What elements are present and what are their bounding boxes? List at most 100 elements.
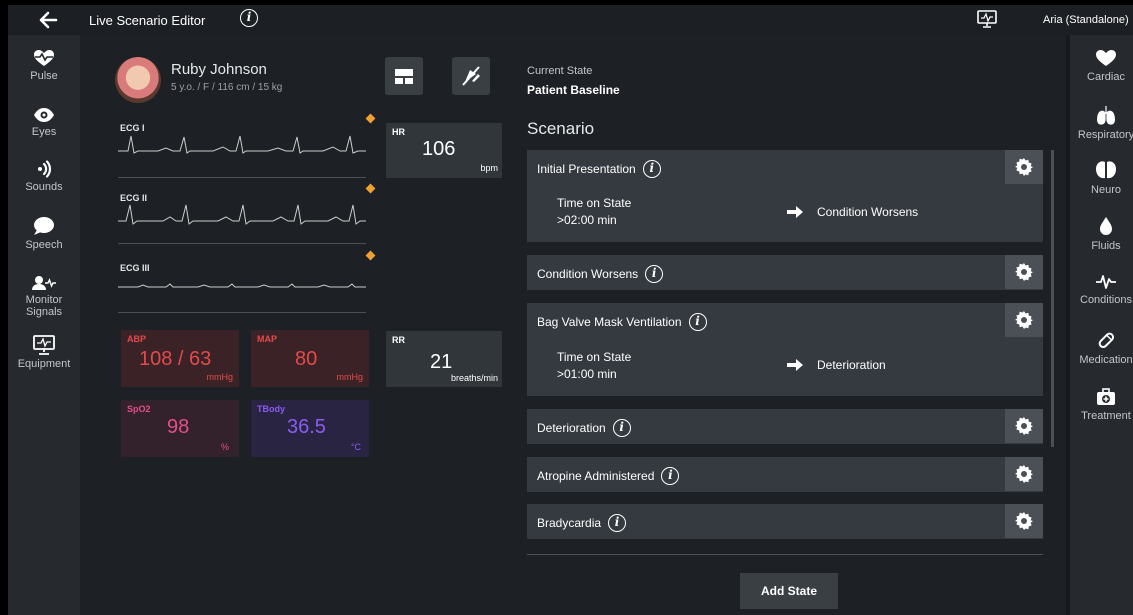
avatar (115, 57, 161, 103)
state-card[interactable]: Condition Worsens i (527, 255, 1043, 290)
time-on-state-value: >02:00 min (557, 213, 617, 227)
nav-label: Sounds (25, 181, 63, 193)
map-unit: mmHg (336, 372, 364, 382)
app-window: Live Scenario Editor i Aria (Standalone)… (8, 5, 1133, 615)
nav-item-monitor-signals[interactable]: Monitor Signals (8, 275, 80, 318)
state-name: Initial Presentation (537, 162, 636, 176)
heartbeat-icon (34, 50, 54, 66)
arrow-right-icon (787, 206, 803, 218)
right-sidebar: Cardiac Respiratory Neuro Fluids Conditi… (1066, 35, 1133, 615)
state-name: Bradycardia (537, 516, 602, 530)
rr-label: RR (392, 335, 405, 345)
info-icon[interactable]: i (612, 419, 631, 437)
info-icon[interactable]: i (661, 467, 680, 485)
nav-item-respiratory[interactable]: Respiratory (1066, 105, 1133, 141)
back-arrow-icon[interactable] (36, 8, 60, 32)
nav-label: Eyes (31, 126, 57, 138)
state-settings-button[interactable] (1005, 150, 1043, 184)
state-settings-button[interactable] (1005, 409, 1043, 443)
ecg3-waveform (118, 283, 366, 288)
nav-item-medication[interactable]: Medication (1066, 330, 1133, 366)
monitor-icon (33, 335, 55, 355)
state-name: Condition Worsens (537, 267, 639, 281)
patient-info: 5 y.o. / F / 116 cm / 15 kg (171, 82, 283, 93)
nav-item-speech[interactable]: Speech (8, 216, 80, 251)
state-settings-button[interactable] (1005, 457, 1043, 491)
nav-label: Pulse (30, 70, 58, 82)
nav-item-equipment[interactable]: Equipment (8, 335, 80, 370)
state-name: Atropine Administered (537, 469, 655, 483)
scrollbar[interactable] (1051, 150, 1054, 447)
ecg3-label: ECG III (120, 263, 150, 273)
nav-item-conditions[interactable]: Conditions (1066, 272, 1133, 306)
user-label[interactable]: Aria (Standalone) (1043, 14, 1129, 26)
mute-alarm-button[interactable] (452, 57, 490, 95)
abp-tile[interactable]: ABP 108 / 63 mmHg (121, 330, 239, 387)
separator (118, 177, 366, 178)
layout-icon (395, 69, 413, 84)
info-icon[interactable]: i (688, 313, 707, 331)
nav-item-fluids[interactable]: Fluids (1066, 216, 1133, 252)
next-state[interactable]: Deterioration (787, 358, 886, 372)
alarm-marker (365, 183, 376, 194)
info-icon[interactable]: i (645, 265, 664, 283)
gear-icon (1015, 417, 1033, 435)
state-card[interactable]: Bradycardia i (527, 504, 1043, 539)
top-bar: Live Scenario Editor i Aria (Standalone) (8, 5, 1133, 35)
next-state-label: Deterioration (817, 358, 886, 372)
tbody-tile[interactable]: TBody 36.5 °C (251, 400, 369, 457)
map-label: MAP (257, 334, 277, 344)
alarm-off-icon (462, 66, 480, 86)
alarm-marker (365, 113, 376, 124)
nav-item-neuro[interactable]: Neuro (1066, 160, 1133, 196)
spo2-tile[interactable]: SpO2 98 % (121, 400, 239, 457)
rr-unit: breaths/min (450, 373, 498, 383)
nav-item-pulse[interactable]: Pulse (8, 49, 80, 82)
speech-bubble-icon (34, 217, 54, 235)
state-settings-button[interactable] (1005, 504, 1043, 538)
nav-item-eyes[interactable]: Eyes (8, 107, 80, 138)
hr-tile[interactable]: HR 106 bpm (386, 123, 502, 178)
drop-icon (1100, 217, 1112, 235)
rr-tile[interactable]: RR 21 breaths/min (386, 331, 502, 387)
gear-icon (1015, 158, 1033, 176)
add-state-button[interactable]: Add State (740, 573, 838, 609)
pulse-line-icon (1096, 275, 1116, 289)
nav-label: Neuro (1091, 184, 1121, 196)
state-card[interactable]: Atropine Administered i (527, 457, 1043, 492)
first-aid-icon (1097, 388, 1115, 405)
nav-item-cardiac[interactable]: Cardiac (1066, 49, 1133, 83)
state-card[interactable]: Deterioration i (527, 409, 1043, 444)
eye-icon (34, 108, 54, 122)
info-icon[interactable]: i (240, 9, 258, 27)
monitor-icon[interactable] (977, 10, 997, 28)
state-header: Initial Presentation i (537, 160, 661, 178)
state-card[interactable]: Bag Valve Mask Ventilation i Time on Sta… (527, 303, 1043, 396)
nav-label: Speech (25, 239, 63, 251)
ecg2-waveform (118, 204, 366, 225)
next-state[interactable]: Condition Worsens (787, 205, 918, 219)
info-icon[interactable]: i (642, 160, 661, 178)
nav-item-treatment[interactable]: Treatment (1066, 388, 1133, 422)
patient-name: Ruby Johnson (171, 61, 267, 78)
layout-button[interactable] (385, 57, 423, 95)
state-name: Bag Valve Mask Ventilation (537, 315, 682, 329)
map-tile[interactable]: MAP 80 mmHg (251, 330, 369, 387)
tbody-value: 36.5 (287, 416, 326, 438)
hr-value: 106 (422, 138, 456, 160)
state-card[interactable]: Initial Presentation i Time on State >02… (527, 150, 1043, 242)
info-icon[interactable]: i (608, 514, 627, 532)
right-sidebar-edge (1066, 35, 1070, 615)
next-state-label: Condition Worsens (817, 205, 919, 219)
current-state-value: Patient Baseline (527, 83, 620, 97)
alarm-marker (365, 250, 376, 261)
person-vitals-icon (32, 276, 56, 290)
state-settings-button[interactable] (1005, 303, 1043, 337)
nav-label: Cardiac (1087, 71, 1125, 83)
nav-item-sounds[interactable]: Sounds (8, 160, 80, 193)
state-settings-button[interactable] (1005, 255, 1043, 289)
pill-icon (1098, 332, 1115, 349)
rr-value: 21 (430, 351, 453, 373)
nav-label: Equipment (17, 358, 71, 370)
brain-icon (1096, 161, 1116, 179)
